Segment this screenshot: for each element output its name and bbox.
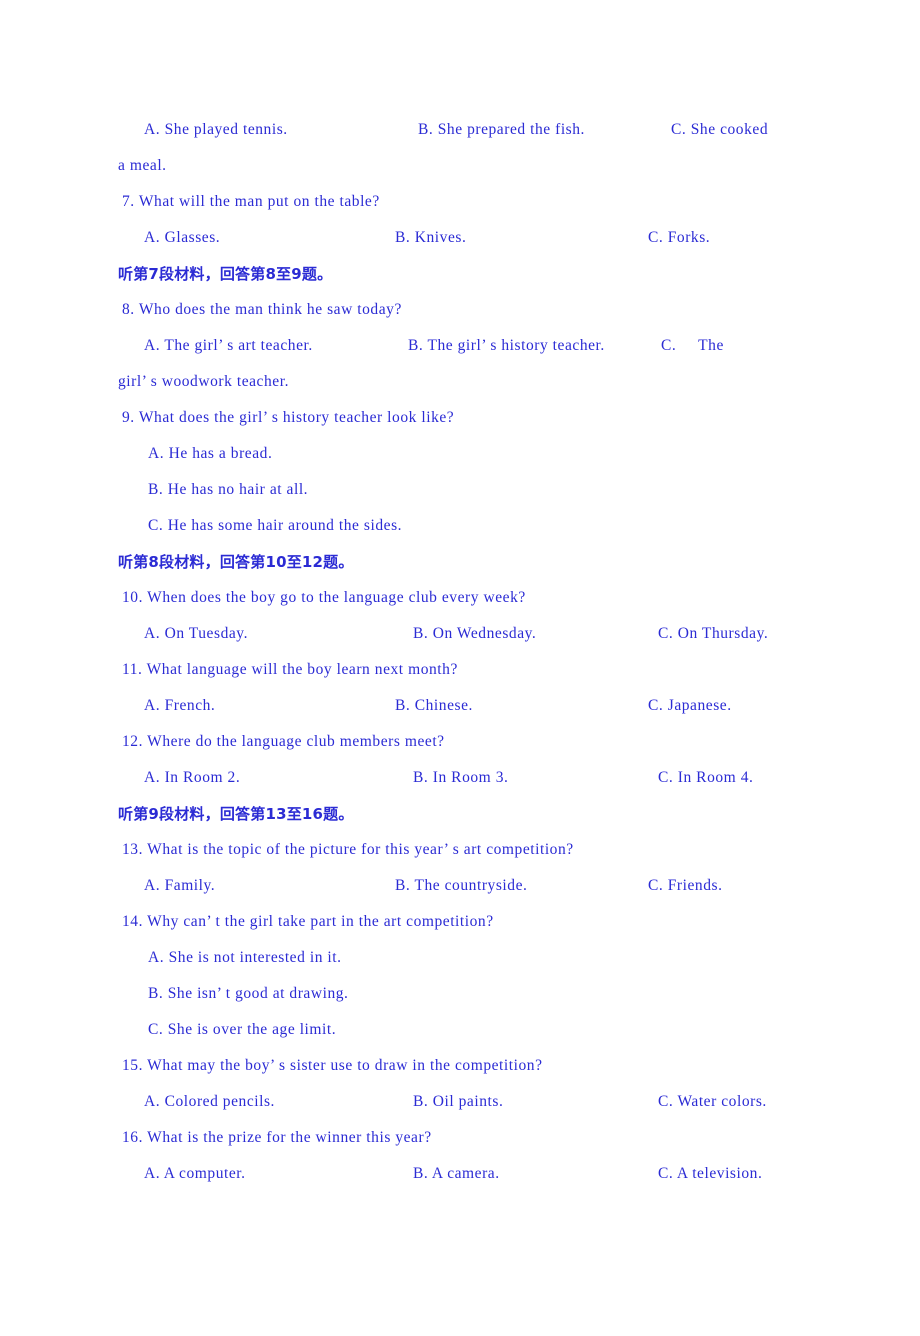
- option-a: A. The girl’ s art teacher.: [144, 337, 313, 354]
- option-a: A. He has a bread.: [148, 445, 273, 462]
- options-row: A. In Room 2. B. In Room 3. C. In Room 4…: [118, 760, 806, 796]
- option-b: B. Oil paints.: [413, 1093, 504, 1110]
- question-stem: 14. Why can’ t the girl take part in the…: [122, 913, 494, 930]
- option-b: B. She prepared the fish.: [418, 121, 585, 138]
- option-c: C. Japanese.: [648, 697, 732, 714]
- options-row: A. Colored pencils. B. Oil paints. C. Wa…: [118, 1084, 806, 1120]
- options-row: A. Glasses. B. Knives. C. Forks.: [118, 220, 806, 256]
- option-a: A. In Room 2.: [144, 769, 241, 786]
- option-a: A. Family.: [144, 877, 216, 894]
- option-b: B. He has no hair at all.: [148, 481, 309, 498]
- options-row: A. French. B. Chinese. C. Japanese.: [118, 688, 806, 724]
- option-c: C. A television.: [658, 1165, 763, 1182]
- option-continuation: a meal.: [118, 157, 167, 174]
- option-b: B. Chinese.: [395, 697, 473, 714]
- option-b: B. A camera.: [413, 1165, 500, 1182]
- option-c: C. The: [661, 337, 724, 354]
- options-row: A. A computer. B. A camera. C. A televis…: [118, 1156, 806, 1192]
- question-stem: 16. What is the prize for the winner thi…: [122, 1129, 432, 1146]
- question-stem: 12. Where do the language club members m…: [122, 733, 445, 750]
- exam-page: A. She played tennis. B. She prepared th…: [0, 0, 920, 1302]
- section-header: 听第8段材料，回答第10至12题。: [118, 553, 354, 571]
- question-stem: 10. When does the boy go to the language…: [122, 589, 526, 606]
- question-stem: 7. What will the man put on the table?: [122, 193, 380, 210]
- options-row: A. She played tennis. B. She prepared th…: [118, 112, 806, 148]
- option-c: C. Water colors.: [658, 1093, 767, 1110]
- option-c: C. Forks.: [648, 229, 711, 246]
- option-c: C. She is over the age limit.: [148, 1021, 337, 1038]
- option-c: C. In Room 4.: [658, 769, 754, 786]
- options-row: A. On Tuesday. B. On Wednesday. C. On Th…: [118, 616, 806, 652]
- option-a: A. Glasses.: [144, 229, 221, 246]
- option-b: B. The girl’ s history teacher.: [408, 337, 605, 354]
- option-b: B. Knives.: [395, 229, 467, 246]
- option-a: A. Colored pencils.: [144, 1093, 275, 1110]
- option-c: C. She cooked: [671, 121, 769, 138]
- section-header: 听第9段材料，回答第13至16题。: [118, 805, 354, 823]
- option-b: B. She isn’ t good at drawing.: [148, 985, 349, 1002]
- option-a: A. French.: [144, 697, 216, 714]
- options-row: A. Family. B. The countryside. C. Friend…: [118, 868, 806, 904]
- option-a: A. She played tennis.: [144, 121, 288, 138]
- option-c: C. On Thursday.: [658, 625, 769, 642]
- option-a: A. On Tuesday.: [144, 625, 249, 642]
- option-continuation: girl’ s woodwork teacher.: [118, 373, 289, 390]
- option-c: C. He has some hair around the sides.: [148, 517, 403, 534]
- question-stem: 11. What language will the boy learn nex…: [122, 661, 458, 678]
- section-header: 听第7段材料，回答第8至9题。: [118, 265, 333, 283]
- question-stem: 8. Who does the man think he saw today?: [122, 301, 402, 318]
- option-a: A. She is not interested in it.: [148, 949, 342, 966]
- exam-content-column: A. She played tennis. B. She prepared th…: [118, 112, 806, 1192]
- options-row: A. The girl’ s art teacher. B. The girl’…: [118, 328, 806, 364]
- option-b: B. In Room 3.: [413, 769, 509, 786]
- question-stem: 9. What does the girl’ s history teacher…: [122, 409, 455, 426]
- option-b: B. The countryside.: [395, 877, 528, 894]
- option-b: B. On Wednesday.: [413, 625, 537, 642]
- option-c: C. Friends.: [648, 877, 723, 894]
- question-stem: 15. What may the boy’ s sister use to dr…: [122, 1057, 543, 1074]
- option-a: A. A computer.: [144, 1165, 246, 1182]
- question-stem: 13. What is the topic of the picture for…: [122, 841, 574, 858]
